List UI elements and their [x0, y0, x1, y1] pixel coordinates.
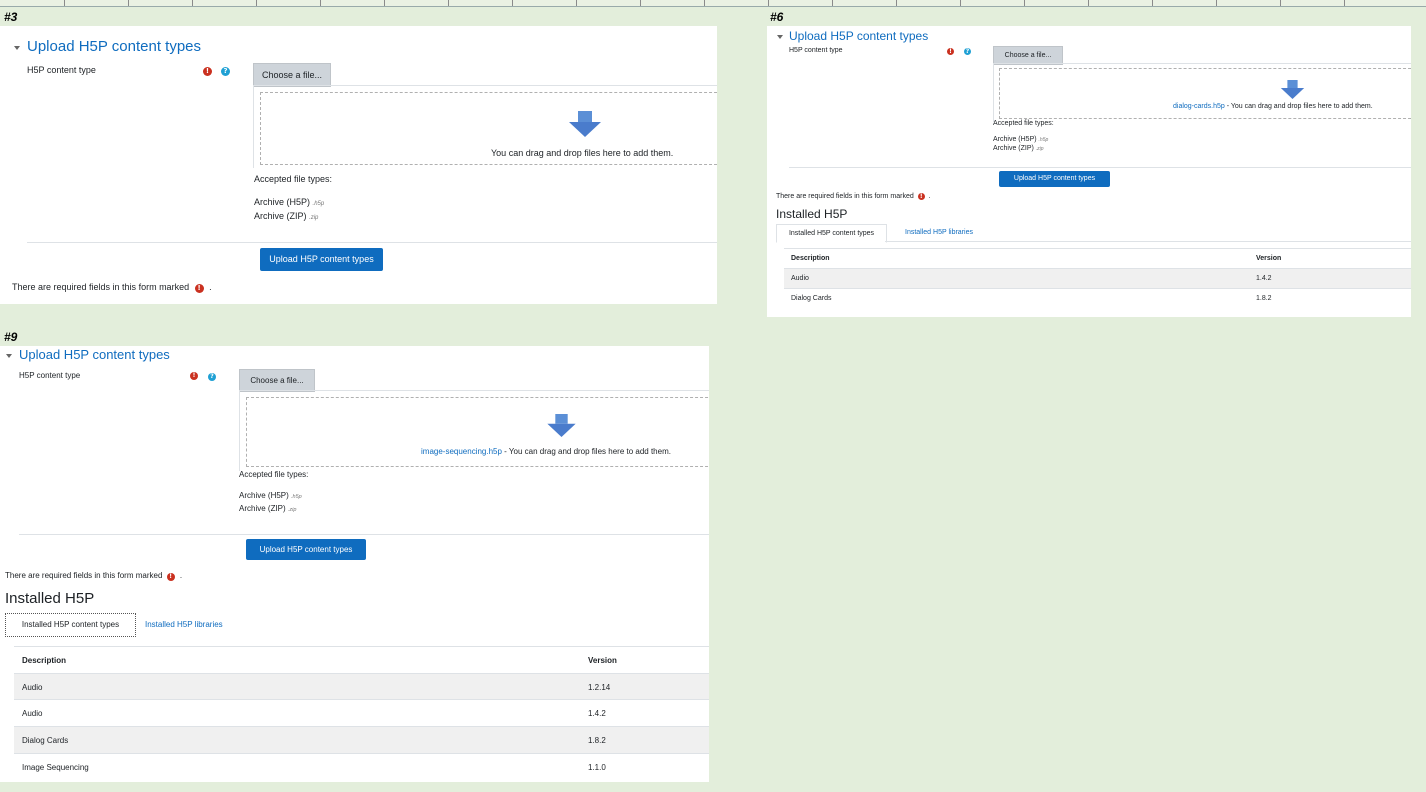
required-note: There are required fields in this form m… — [5, 571, 183, 581]
collapse-caret-icon[interactable] — [6, 354, 12, 358]
table-row: Dialog Cards 1.8.2 — [784, 288, 1411, 309]
table-header: Description Version — [14, 646, 709, 674]
divider — [19, 534, 709, 535]
download-arrow-icon — [569, 111, 601, 137]
accepted-types-label: Accepted file types: — [993, 120, 1054, 127]
table-header: Description Version — [784, 248, 1411, 269]
installed-title: Installed H5P — [776, 207, 848, 221]
required-icon: ! — [194, 284, 204, 293]
upload-button[interactable]: Upload H5P content types — [260, 248, 383, 271]
required-icon: ! — [203, 67, 212, 76]
column-description: Description — [22, 656, 67, 665]
divider — [27, 242, 717, 243]
section-heading[interactable]: Upload H5P content types — [27, 38, 201, 55]
download-arrow-icon — [1280, 80, 1305, 99]
table-row: Image Sequencing 1.1.0 — [14, 753, 709, 781]
drop-zone[interactable]: image-sequencing.h5p - You can drag and … — [246, 397, 709, 467]
top-strip — [0, 0, 1426, 7]
upload-button[interactable]: Upload H5P content types — [246, 539, 366, 560]
drop-instructions: image-sequencing.h5p - You can drag and … — [421, 447, 671, 456]
column-version: Version — [1256, 255, 1282, 262]
column-description: Description — [791, 255, 830, 262]
drop-instructions: dialog-cards.h5p - You can drag and drop… — [1173, 103, 1373, 110]
accepted-type-zip: Archive (ZIP) .zip — [239, 504, 297, 513]
tab-installed-content-types[interactable]: Installed H5P content types — [776, 224, 887, 243]
download-arrow-icon — [547, 414, 576, 437]
table-row: Audio 1.2.14 — [14, 673, 709, 700]
uploaded-file-link[interactable]: image-sequencing.h5p — [421, 447, 502, 456]
screenshot-label-3: #3 — [4, 10, 18, 24]
section-heading[interactable]: Upload H5P content types — [789, 29, 928, 43]
screenshot-label-6: #6 — [770, 10, 784, 24]
help-icon[interactable]: ? — [964, 48, 971, 55]
required-note: There are required fields in this form m… — [776, 193, 931, 200]
accepted-type-zip: Archive (ZIP) .zip — [254, 211, 319, 221]
help-icon[interactable]: ? — [221, 67, 230, 76]
choose-file-button[interactable]: Choose a file... — [239, 369, 315, 392]
field-label: H5P content type — [19, 371, 81, 380]
screenshot-3-panel: Upload H5P content types H5P content typ… — [0, 26, 717, 304]
upload-button[interactable]: Upload H5P content types — [999, 171, 1110, 187]
choose-file-button[interactable]: Choose a file... — [253, 63, 331, 87]
screenshot-label-9: #9 — [4, 330, 18, 344]
drop-zone[interactable]: dialog-cards.h5p - You can drag and drop… — [999, 68, 1411, 119]
divider — [789, 167, 1411, 168]
tab-underline — [885, 241, 1411, 242]
table-row: Audio 1.4.2 — [14, 699, 709, 727]
accepted-types-label: Accepted file types: — [239, 470, 309, 479]
table-row: Audio 1.4.2 — [784, 268, 1411, 289]
accepted-type-h5p: Archive (H5P) .h5p — [239, 491, 302, 500]
tab-installed-libraries[interactable]: Installed H5P libraries — [905, 229, 973, 236]
accepted-type-h5p: Archive (H5P) .h5p — [993, 136, 1049, 143]
required-icon: ! — [917, 193, 925, 200]
column-version: Version — [588, 656, 617, 665]
installed-title: Installed H5P — [5, 590, 95, 607]
drop-zone[interactable]: You can drag and drop files here to add … — [260, 92, 717, 165]
required-note: There are required fields in this form m… — [12, 282, 212, 293]
collapse-caret-icon[interactable] — [777, 35, 783, 39]
accepted-types-label: Accepted file types: — [254, 174, 333, 184]
section-heading[interactable]: Upload H5P content types — [19, 347, 170, 362]
accepted-type-h5p: Archive (H5P) .h5p — [254, 197, 325, 207]
tab-installed-content-types[interactable]: Installed H5P content types — [5, 613, 136, 637]
required-icon: ! — [166, 573, 175, 581]
tab-installed-libraries[interactable]: Installed H5P libraries — [145, 620, 223, 629]
screenshot-6-panel: Upload H5P content types H5P content typ… — [767, 26, 1411, 317]
screenshot-9-panel: Upload H5P content types H5P content typ… — [0, 346, 709, 782]
collapse-caret-icon[interactable] — [14, 46, 20, 50]
drop-instructions: You can drag and drop files here to add … — [491, 148, 674, 158]
field-label: H5P content type — [27, 65, 96, 75]
help-icon[interactable]: ? — [208, 373, 216, 381]
required-icon: ! — [947, 48, 954, 55]
uploaded-file-link[interactable]: dialog-cards.h5p — [1173, 103, 1225, 110]
field-label: H5P content type — [789, 47, 843, 54]
accepted-type-zip: Archive (ZIP) .zip — [993, 145, 1044, 152]
required-icon: ! — [190, 372, 198, 380]
table-row: Dialog Cards 1.8.2 — [14, 726, 709, 754]
